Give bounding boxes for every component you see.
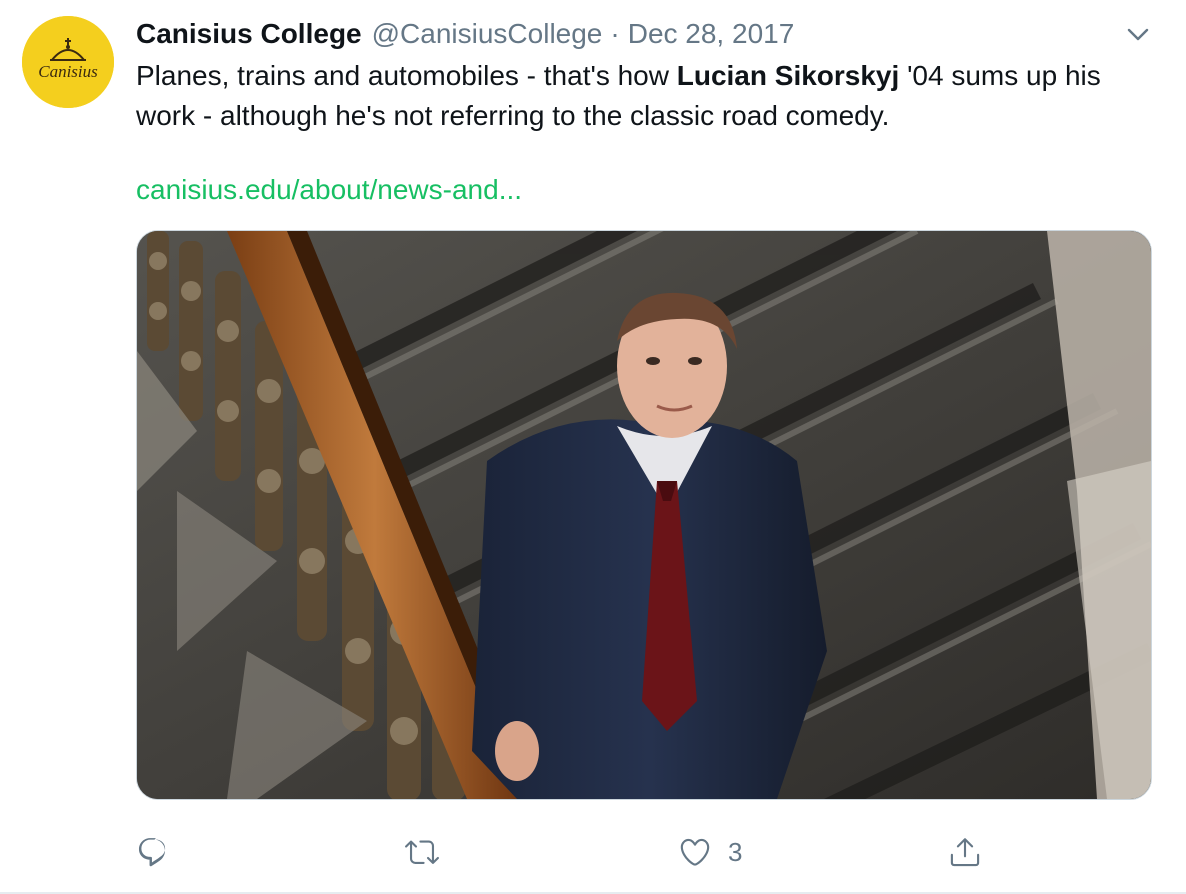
- retweet-icon: [405, 840, 439, 864]
- tweet-photo[interactable]: [136, 230, 1152, 800]
- separator-dot: ·: [610, 18, 620, 49]
- like-button[interactable]: 3: [678, 830, 742, 874]
- retweet-button[interactable]: [404, 830, 440, 874]
- author-display-name[interactable]: Canisius College: [136, 14, 362, 54]
- tweet-text: Planes, trains and automobiles - that's …: [136, 56, 1166, 136]
- article-link[interactable]: canisius.edu/about/news-and...: [136, 170, 522, 210]
- like-count: 3: [728, 837, 743, 867]
- svg-text:Canisius: Canisius: [38, 62, 98, 81]
- author-handle[interactable]: @CanisiusCollege: [372, 14, 603, 54]
- avatar[interactable]: Canisius: [22, 16, 114, 108]
- reply-button[interactable]: [136, 830, 170, 874]
- reply-icon: [138, 838, 166, 867]
- photo-man-on-staircase: [137, 231, 1151, 799]
- share-button[interactable]: [948, 830, 982, 874]
- heart-icon: [680, 838, 710, 866]
- chevron-down-icon[interactable]: [1124, 22, 1152, 46]
- tweet-text-part-1: Planes, trains and automobiles - that's …: [136, 60, 677, 91]
- mentioned-name: Lucian Sikorskyj: [676, 60, 900, 91]
- tweet[interactable]: Canisius Canisius College @CanisiusColle…: [0, 0, 1186, 894]
- canisius-logo-icon: Canisius: [22, 16, 114, 108]
- share-icon: [950, 838, 980, 867]
- tweet-date[interactable]: Dec 28, 2017: [628, 14, 795, 54]
- tweet-header: Canisius College @CanisiusCollege · Dec …: [136, 14, 794, 54]
